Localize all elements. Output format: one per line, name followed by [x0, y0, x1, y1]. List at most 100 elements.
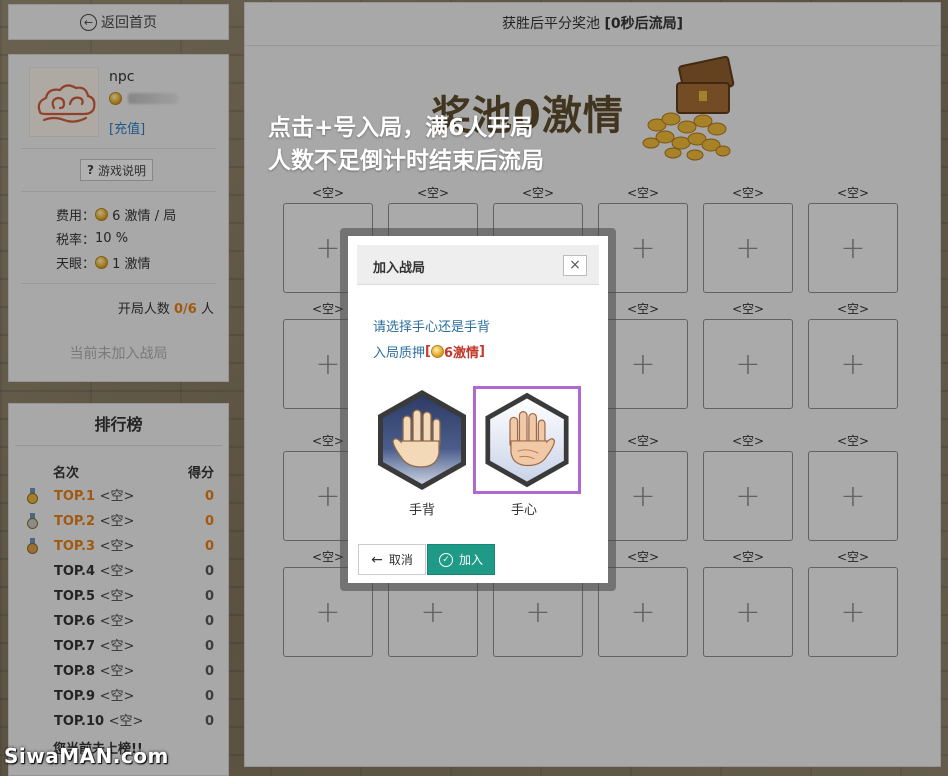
ranking-row: TOP.6 <空> 0: [9, 609, 214, 634]
ranking-name: TOP.2 <空>: [54, 514, 135, 529]
seat-status-label: <空>: [731, 434, 765, 448]
back-home-label: 返回首页: [101, 15, 157, 31]
plus-icon: +: [630, 594, 656, 630]
fee-line: 费用： 6 激情 / 局: [56, 205, 176, 224]
join-seat-button[interactable]: +: [703, 567, 793, 657]
ranking-name: TOP.7 <空>: [54, 639, 135, 654]
ranking-score: 0: [204, 589, 214, 604]
ranking-row: TOP.7 <空> 0: [9, 634, 214, 659]
col-rank: 名次: [53, 466, 80, 481]
ranking-name: TOP.10 <空>: [54, 714, 144, 729]
bronze-medal-icon: [27, 538, 38, 554]
plus-icon: +: [315, 478, 341, 514]
arrow-left-icon: ←: [371, 551, 383, 568]
ranking-row: TOP.9 <空> 0: [9, 684, 214, 709]
hint-line-1: 点击+号入局，满6人开局: [268, 115, 534, 141]
join-seat-button[interactable]: +: [703, 319, 793, 409]
not-joined-status: 当前未加入战局: [69, 346, 168, 362]
seat-status-label: <空>: [836, 434, 870, 448]
join-seat-button[interactable]: +: [808, 203, 898, 293]
plus-icon: +: [735, 478, 761, 514]
plus-icon: +: [735, 230, 761, 266]
join-seat-button[interactable]: +: [808, 319, 898, 409]
players-unit: 人: [200, 302, 214, 317]
silver-medal-icon: [27, 513, 38, 529]
balance-row: [109, 92, 178, 105]
ranking-row: TOP.1 <空> 0: [9, 484, 214, 509]
modal-deposit: 入局质押 [ 6激情 ]: [373, 342, 485, 361]
coin-icon: [109, 92, 122, 105]
divider: [21, 148, 216, 149]
join-seat-button[interactable]: +: [703, 203, 793, 293]
plus-icon: +: [630, 230, 656, 266]
eye-label: 天眼：: [56, 257, 96, 272]
ranking-row: TOP.3 <空> 0: [9, 534, 214, 559]
seat-status-label: <空>: [731, 302, 765, 316]
game-rules-label: 游戏说明: [97, 163, 146, 178]
plus-icon: +: [840, 346, 866, 382]
modal-title: 加入战局: [373, 261, 426, 276]
seat-status-label: <空>: [731, 186, 765, 200]
seat-status-label: <空>: [836, 186, 870, 200]
main-title: 获胜后平分奖池 [0秒后流局]: [245, 3, 940, 46]
back-panel: ← 返回首页: [8, 4, 229, 40]
coin-icon: [95, 256, 109, 269]
back-of-hand-label: 手背: [408, 503, 435, 518]
ranking-name: TOP.4 <空>: [54, 564, 135, 579]
ranking-header: 名次 得分: [53, 462, 214, 481]
gold-medal-icon: [27, 488, 38, 504]
plus-icon: +: [420, 594, 446, 630]
modal-header: 加入战局 ×: [357, 245, 599, 285]
plus-icon: +: [315, 346, 341, 382]
ranking-row: TOP.5 <空> 0: [9, 584, 214, 609]
deposit-bracket-close: ]: [479, 344, 485, 359]
seat-status-label: <空>: [731, 550, 765, 564]
palm-option-selected[interactable]: [473, 386, 581, 494]
username: npc: [109, 69, 135, 85]
back-of-hand-icon: [378, 390, 466, 490]
players-label: 开局人数: [117, 302, 170, 317]
divider: [21, 191, 216, 192]
treasure-chest-icon: [642, 55, 735, 161]
tax-label: 税率：: [56, 233, 96, 248]
modal-prompt: 请选择手心还是手背: [373, 320, 491, 335]
close-icon[interactable]: ×: [563, 255, 587, 276]
join-seat-button[interactable]: +: [703, 451, 793, 541]
cancel-button[interactable]: ← 取消: [358, 544, 426, 575]
seat-status-label: <空>: [311, 186, 345, 200]
seat-status-label: <空>: [521, 186, 555, 200]
players-current: 0: [174, 302, 184, 317]
tax-line: 税率： 10 %: [56, 229, 128, 248]
recharge-link[interactable]: [充值]: [109, 118, 145, 137]
cloud-avatar-icon: [37, 84, 96, 123]
plus-icon: +: [630, 346, 656, 382]
ranking-score: 0: [204, 639, 214, 654]
ranking-name: TOP.9 <空>: [54, 689, 135, 704]
join-seat-button[interactable]: +: [808, 567, 898, 657]
deposit-label: 入局质押: [373, 346, 426, 361]
join-modal: 加入战局 × 请选择手心还是手背 入局质押 [ 6激情 ] 手背 手心 ← 取消…: [348, 236, 608, 583]
col-score: 得分: [187, 466, 214, 481]
back-home-button[interactable]: ← 返回首页: [9, 5, 228, 39]
ranking-panel: 排行榜 名次 得分 TOP.1 <空> 0 TOP.2 <空> 0 TOP.3 <空> 0…: [8, 403, 229, 776]
join-label: 加入: [458, 553, 483, 567]
join-seat-button[interactable]: +: [808, 451, 898, 541]
ranking-name: TOP.3 <空>: [54, 539, 135, 554]
hint-line-2: 人数不足倒计时结束后流局: [268, 148, 544, 174]
countdown-status: [0秒后流局]: [604, 16, 683, 32]
plus-icon: +: [315, 230, 341, 266]
ranking-title: 排行榜: [15, 404, 222, 446]
cancel-label: 取消: [388, 553, 413, 567]
back-of-hand-option[interactable]: [368, 386, 476, 494]
game-rules-button[interactable]: ? 游戏说明: [80, 159, 153, 181]
ranking-score: 0: [204, 539, 214, 554]
seat-status-label: <空>: [836, 302, 870, 316]
ranking-score: 0: [204, 664, 214, 679]
question-icon: ?: [87, 163, 94, 177]
plus-icon: +: [525, 594, 551, 630]
join-button[interactable]: ✓ 加入: [427, 544, 495, 575]
deposit-value: 6激情: [443, 346, 480, 361]
check-circle-icon: ✓: [438, 552, 453, 567]
ranking-name: TOP.1 <空>: [54, 489, 135, 504]
coin-icon: [95, 208, 109, 221]
